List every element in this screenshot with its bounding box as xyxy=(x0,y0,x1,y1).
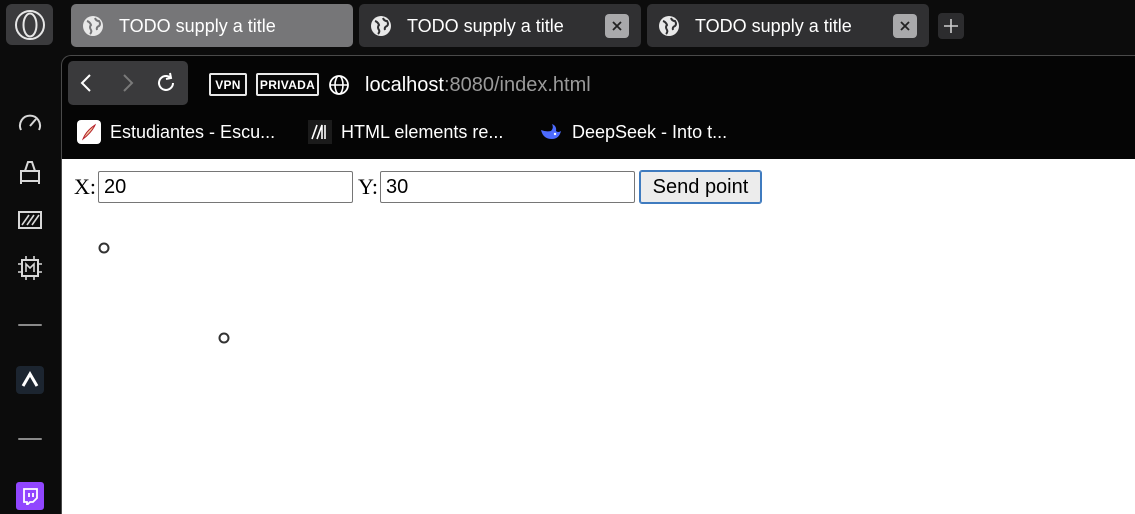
globe-icon xyxy=(659,16,679,36)
globe-icon xyxy=(371,16,391,36)
point-marker xyxy=(218,332,230,344)
close-icon xyxy=(612,21,622,31)
points-canvas[interactable] xyxy=(62,210,1135,514)
bookmark-label: HTML elements re... xyxy=(341,121,504,142)
chevron-right-icon xyxy=(123,74,134,92)
point-marker xyxy=(98,242,110,254)
twitch-icon[interactable] xyxy=(16,482,44,510)
y-label: Y: xyxy=(358,174,378,199)
sidebar-separator xyxy=(18,438,42,440)
bookmark-item[interactable]: DeepSeek - Into t... xyxy=(539,118,727,146)
vpn-badge[interactable]: VPN xyxy=(209,73,247,96)
close-tab-button[interactable] xyxy=(893,14,917,38)
mdn-icon xyxy=(308,120,332,144)
whale-icon xyxy=(539,120,563,144)
close-tab-button[interactable] xyxy=(605,14,629,38)
tab-title: TODO supply a title xyxy=(119,16,276,36)
reload-button[interactable] xyxy=(154,71,178,95)
bookmark-label: DeepSeek - Into t... xyxy=(572,121,728,142)
close-icon xyxy=(900,21,910,31)
tab-1[interactable]: TODO supply a title xyxy=(71,4,353,47)
ai-chip-icon[interactable] xyxy=(16,254,44,282)
x-input[interactable] xyxy=(98,171,353,203)
bookmark-item[interactable]: Estudiantes - Escu... xyxy=(77,118,275,146)
bookmark-item[interactable]: HTML elements re... xyxy=(308,118,503,146)
opera-logo-icon xyxy=(14,9,45,40)
site-info-icon[interactable] xyxy=(328,74,350,96)
url-host: localhost xyxy=(365,74,444,96)
back-button[interactable] xyxy=(75,71,99,95)
private-badge: PRIVADA xyxy=(256,73,319,96)
browser-window: TODO supply a title TODO supply a title … xyxy=(0,0,1135,514)
tab-2[interactable]: TODO supply a title xyxy=(359,4,641,47)
sidebar-separator xyxy=(18,324,42,326)
speed-dial-icon[interactable] xyxy=(16,110,44,138)
x-label: X: xyxy=(74,174,96,199)
tab-title: TODO supply a title xyxy=(695,16,852,36)
easy-setup-icon[interactable] xyxy=(16,206,44,234)
forward-button[interactable] xyxy=(115,71,139,95)
opera-menu-button[interactable] xyxy=(6,4,53,45)
y-input[interactable] xyxy=(380,171,635,203)
feather-icon xyxy=(77,120,101,144)
tab-3[interactable]: TODO supply a title xyxy=(647,4,929,47)
plus-icon xyxy=(944,19,958,33)
reload-icon xyxy=(158,72,174,91)
globe-icon xyxy=(83,16,103,36)
url-path: :8080/index.html xyxy=(443,74,591,96)
new-tab-button[interactable] xyxy=(938,13,964,39)
send-point-button[interactable]: Send point xyxy=(639,170,762,204)
address-bar[interactable]: localhost:8080/index.html xyxy=(365,74,591,97)
aria-icon[interactable] xyxy=(16,366,44,394)
navigation-group xyxy=(68,61,188,105)
pinboard-icon[interactable] xyxy=(16,158,44,186)
bookmark-label: Estudiantes - Escu... xyxy=(110,121,276,142)
tab-title: TODO supply a title xyxy=(407,16,564,36)
chevron-left-icon xyxy=(80,74,91,92)
